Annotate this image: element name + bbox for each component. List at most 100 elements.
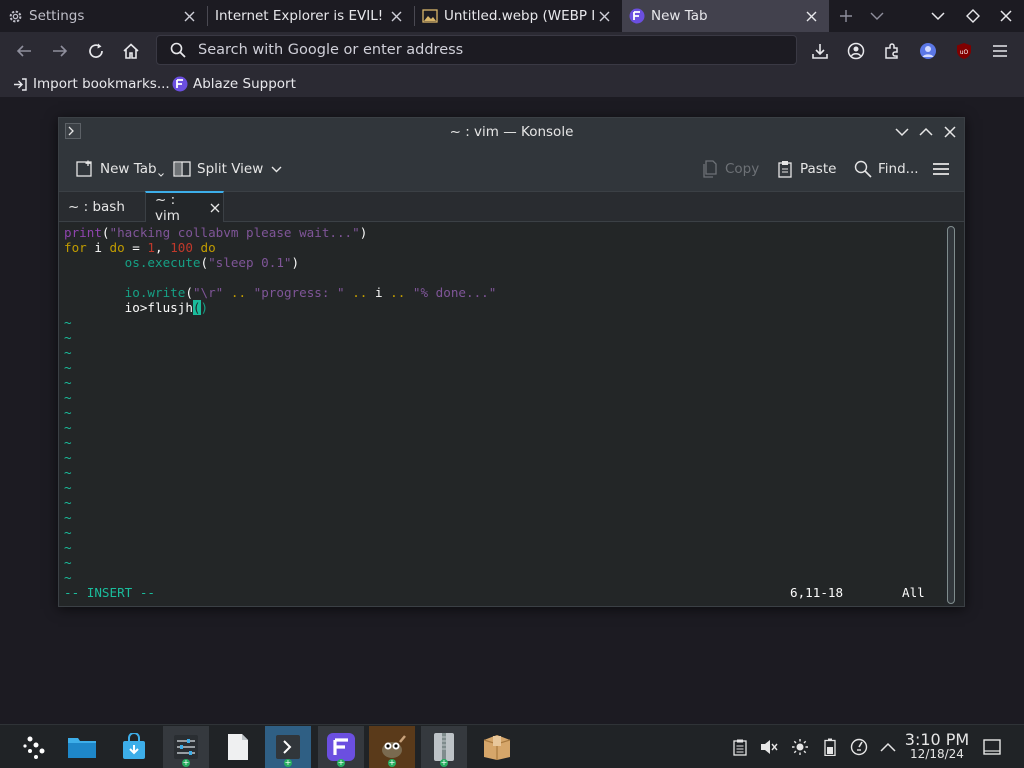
tilde-marker: ~ [64,480,72,495]
text-cursor: ( [192,300,201,315]
new-tab-label: New Tab [100,161,157,177]
code-line-2: for i do = 1, 100 do [64,240,216,255]
copy-button[interactable]: Copy [701,157,759,181]
tilde-marker: ~ [64,390,72,405]
terminal-area[interactable]: print("hacking collabvm please wait...")… [60,223,944,606]
search-icon [854,160,872,178]
file-manager-icon[interactable] [59,726,105,768]
find-button[interactable]: Find... [854,157,919,181]
tab-untitled-webp[interactable]: Untitled.webp (WEBP Im [415,0,622,32]
konsole-taskbar-icon[interactable]: + [265,726,311,768]
tilde-marker: ~ [64,465,72,480]
application-launcher-icon[interactable] [12,726,58,768]
package-installer-icon[interactable] [474,726,520,768]
split-view-button[interactable]: Split View [173,157,282,181]
tilde-marker: ~ [64,495,72,510]
bookmark-import[interactable]: Import bookmarks... [12,74,170,94]
ablaze-floorp-icon[interactable]: + [318,726,364,768]
running-indicator: + [284,758,292,767]
minimize-chevron-icon[interactable] [930,9,946,23]
url-placeholder: Search with Google or enter address [198,42,464,58]
tab-internet-explorer-is-evil[interactable]: Internet Explorer is EVIL! [208,0,414,32]
tab-label: ~ : vim [155,191,180,224]
close-icon[interactable] [802,7,820,25]
close-window-icon[interactable] [999,9,1013,23]
downloads-icon[interactable] [807,38,833,64]
tilde-marker: ~ [64,420,72,435]
show-desktop-icon[interactable] [983,738,1001,756]
running-indicator: + [440,758,448,767]
svg-text:uO: uO [960,49,969,56]
close-icon[interactable] [387,7,405,25]
scrollbar-thumb[interactable] [947,226,955,604]
url-bar[interactable]: Search with Google or enter address [156,35,797,65]
cursor-position: 6,11-18 [790,585,844,600]
browser-tab-strip: Settings Internet Explorer is EVIL! Unti… [0,0,1024,32]
tab-title: Untitled.webp (WEBP Im [444,8,595,24]
tab-vim[interactable]: ~ : vim [145,191,224,224]
extensions-puzzle-icon[interactable] [879,38,905,64]
taskbar: + + + + + 3:10 PM 12/18/24 [0,724,1024,768]
search-icon [170,42,186,58]
code-line-5: io.write("\r" .. "progress: " .. i .. "%… [124,285,497,300]
chevron-down-icon [157,173,164,177]
chevron-down-icon[interactable] [869,9,885,23]
tab-settings[interactable]: Settings [0,0,207,32]
paste-button[interactable]: Paste [776,157,836,181]
terminal-scrollbar[interactable] [946,226,956,604]
code-line-3: os.execute("sleep 0.1") [124,255,300,270]
bookmark-label: Ablaze Support [193,76,296,92]
tab-bash[interactable]: ~ : bash [59,192,145,222]
clock[interactable]: 3:10 PM 12/18/24 [902,731,972,761]
disk-usage-gauge-icon[interactable] [850,738,868,756]
window-title: ~ : vim — Konsole [449,124,574,140]
ublock-origin-icon[interactable]: uO [951,38,977,64]
text-editor-icon[interactable] [215,726,261,768]
bookmark-ablaze-support[interactable]: Ablaze Support [172,74,296,94]
home-icon[interactable] [118,38,144,64]
tilde-marker: ~ [64,435,72,450]
image-icon [422,8,438,24]
tilde-marker: ~ [64,555,72,570]
tilde-marker: ~ [64,570,72,585]
maximize-chevron-icon[interactable] [917,123,935,141]
account-icon[interactable] [843,38,869,64]
copy-icon [701,160,719,178]
new-tab-icon [76,160,94,178]
clock-date: 12/18/24 [910,747,964,761]
back-arrow-icon[interactable] [11,38,37,64]
chevron-up-icon[interactable] [879,738,897,756]
running-indicator: + [388,758,396,767]
archive-manager-icon[interactable]: + [421,726,467,768]
code-line-1: print("hacking collabvm please wait...") [64,225,368,240]
reload-icon[interactable] [83,38,109,64]
new-tab-plus-icon[interactable] [838,8,854,24]
hamburger-menu-icon[interactable] [987,38,1013,64]
tilde-marker: ~ [64,315,72,330]
new-tab-button[interactable]: New Tab [76,157,164,181]
volume-muted-icon[interactable] [760,738,778,756]
gimp-icon[interactable]: + [369,726,415,768]
close-icon[interactable] [208,200,223,216]
forward-arrow-icon[interactable] [47,38,73,64]
system-settings-icon[interactable]: + [163,726,209,768]
discover-store-icon[interactable] [111,726,157,768]
battery-icon[interactable] [821,738,839,756]
tilde-marker: ~ [64,525,72,540]
tilde-marker: ~ [64,375,72,390]
paste-icon [776,160,794,178]
minimize-chevron-icon[interactable] [893,123,911,141]
tab-new-tab[interactable]: New Tab [622,0,829,32]
tilde-marker: ~ [64,540,72,555]
konsole-titlebar[interactable]: ~ : vim — Konsole [59,118,964,146]
profile-avatar-icon[interactable] [915,38,941,64]
clipboard-icon[interactable] [731,738,749,756]
maximize-diamond-icon[interactable] [965,8,981,24]
close-icon[interactable] [941,123,959,141]
close-icon[interactable] [595,7,613,25]
close-icon[interactable] [180,7,198,25]
bookmarks-toolbar: Import bookmarks... Ablaze Support [0,69,1024,98]
hamburger-menu-icon[interactable] [932,157,950,181]
brightness-icon[interactable] [791,738,809,756]
tilde-marker: ~ [64,345,72,360]
